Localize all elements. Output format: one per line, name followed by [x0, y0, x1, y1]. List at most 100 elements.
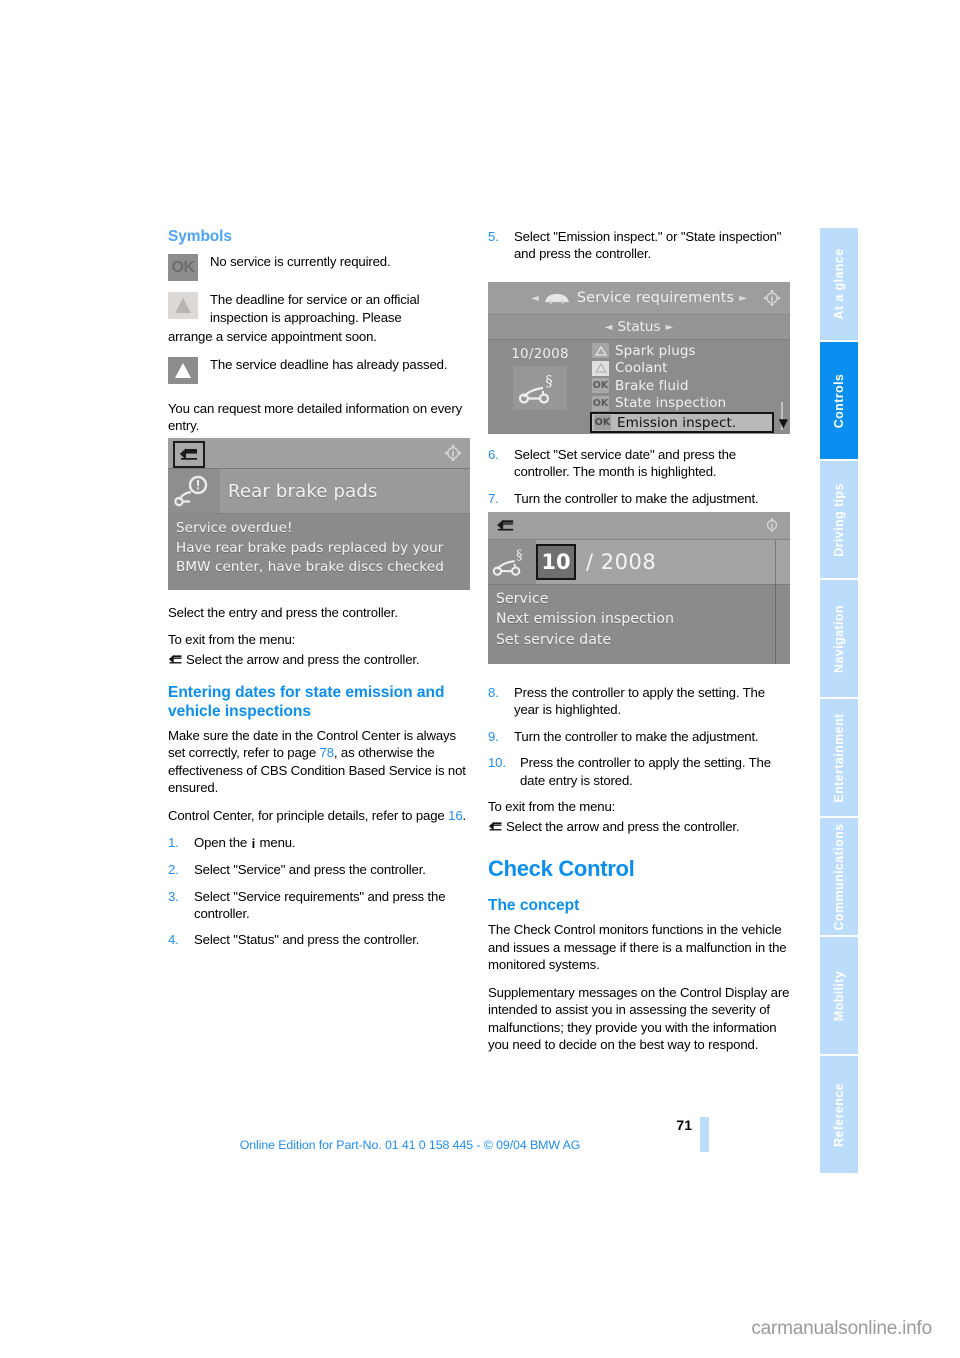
- shot2-list-item-spark-plugs[interactable]: Spark plugs: [592, 342, 774, 360]
- step-4: 4. Select "Status" and press the control…: [168, 931, 470, 948]
- inspection-stamp-icon-2: §: [488, 540, 536, 584]
- step-7-text: Turn the controller to make the adjustme…: [514, 490, 759, 506]
- tab-label-reference: Reference: [832, 1082, 846, 1147]
- symbol-row-passed: The service deadline has already passed.: [168, 356, 470, 386]
- shot2-item-label-1: Coolant: [615, 360, 668, 377]
- shot1-message-line-3: BMW center, have brake discs checked: [176, 559, 444, 576]
- tab-label-communications: Communications: [832, 823, 846, 930]
- display-screenshot-rear-brake-pads: i Rear brake pads Service overdue! Have …: [168, 438, 470, 590]
- step-3: 3. Select "Service requirements" and pre…: [168, 888, 470, 923]
- page-ref-78[interactable]: 78: [320, 745, 335, 760]
- step-4-text: Select "Status" and press the controller…: [194, 932, 420, 948]
- shot2-list-item-state-inspection[interactable]: OK State inspection: [592, 395, 774, 413]
- para2-a: Control Center, for principle details, r…: [168, 807, 449, 823]
- tab-driving-tips[interactable]: Driving tips: [820, 461, 858, 580]
- shot1-message: Service overdue! Have rear brake pads re…: [168, 514, 470, 590]
- manual-page: Symbols OK No service is currently requi…: [0, 0, 960, 1358]
- svg-text:§: §: [516, 548, 522, 563]
- step-4-number: 4.: [168, 932, 179, 948]
- shot2-date: 10/2008: [511, 346, 569, 362]
- entering-dates-heading: Entering dates for state emission and ve…: [168, 684, 445, 720]
- svg-text:§: §: [545, 372, 553, 390]
- warning-triangle-pale-icon-coolant: [592, 360, 609, 376]
- warning-triangle-icon: [168, 356, 198, 384]
- exit-menu-instruction-right: Select the arrow and press the controlle…: [488, 818, 790, 835]
- step-6-number: 6.: [488, 447, 499, 462]
- right-column-steps-67: 6. Select "Set service date" and press t…: [488, 446, 790, 516]
- tab-reference[interactable]: Reference: [820, 1056, 858, 1173]
- steps-list-right-top: 5. Select "Emission inspect." or "State …: [488, 228, 790, 263]
- footer-edition-line: Online Edition for Part-No. 01 41 0 158 …: [239, 1138, 581, 1152]
- shot1-message-line-2: Have rear brake pads replaced by your: [176, 539, 444, 556]
- shot2-item-list: Spark plugs Coolant OK Brake fluid OK St…: [590, 340, 790, 434]
- chevron-down-icon[interactable]: ▼: [779, 416, 788, 430]
- step-2: 2. Select "Service" and press the contro…: [168, 861, 470, 878]
- svg-text:i: i: [452, 449, 455, 458]
- right-column-top: 5. Select "Emission inspect." or "State …: [488, 228, 790, 272]
- page-number: 71: [676, 1117, 692, 1133]
- shot2-subheader-title: Status: [617, 319, 661, 335]
- shot3-date-row: § 10 / 2008: [488, 540, 790, 585]
- step-1-text-after: menu.: [256, 834, 296, 850]
- tab-entertainment[interactable]: Entertainment: [820, 699, 858, 818]
- step-10-number: 10.: [488, 755, 506, 771]
- tab-navigation[interactable]: Navigation: [820, 580, 858, 699]
- steps-list-right-lower: 8. Press the controller to apply the set…: [488, 684, 790, 789]
- exit-menu-instruction-right-text: Select the arrow and press the controlle…: [506, 818, 740, 834]
- select-entry-text: Select the entry and press the controlle…: [168, 605, 398, 620]
- control-center-date-paragraph: Make sure the date in the Control Center…: [168, 727, 470, 797]
- shot3-menu-item-1[interactable]: Next emission inspection: [496, 609, 790, 629]
- tab-mobility[interactable]: Mobility: [820, 937, 858, 1056]
- step-3-number: 3.: [168, 888, 179, 904]
- shot3-menu-item-2[interactable]: Set service date: [496, 630, 790, 650]
- step-7: 7. Turn the controller to make the adjus…: [488, 490, 790, 507]
- shot2-list-item-emission-inspect-selected[interactable]: OK Emission inspect.: [590, 412, 774, 433]
- step-2-text: Select "Service" and press the controlle…: [194, 862, 426, 878]
- triangle-glyph: [174, 362, 192, 378]
- exit-menu-label-right: To exit from the menu:: [488, 799, 616, 815]
- shot2-list-item-brake-fluid[interactable]: OK Brake fluid: [592, 377, 774, 395]
- symbol-ok-text: No service is currently required.: [210, 254, 391, 270]
- display-screenshot-service-requirements: ◄ Service requirements ► i ◄ Status ► 10…: [488, 282, 790, 434]
- step-7-number: 7.: [488, 490, 499, 506]
- shot3-menu-item-0[interactable]: Service: [496, 589, 790, 609]
- shot3-month-field-highlighted[interactable]: 10: [536, 544, 576, 580]
- triangle-glyph-pale: [174, 298, 192, 314]
- shot3-scroll-line: [775, 540, 776, 664]
- tab-label-controls: Controls: [832, 373, 846, 428]
- step-10-text: Press the controller to apply the settin…: [520, 755, 771, 788]
- shot2-right-arrow-icon: ►: [739, 292, 747, 304]
- tab-communications[interactable]: Communications: [820, 818, 858, 937]
- shot3-menu: Service Next emission inspection Set ser…: [488, 585, 790, 664]
- tab-controls[interactable]: Controls: [820, 342, 858, 461]
- tab-label-driving-tips: Driving tips: [832, 482, 846, 557]
- step-8: 8. Press the controller to apply the set…: [488, 684, 790, 719]
- exit-menu-instruction-left-text: Select the arrow and press the controlle…: [186, 651, 420, 667]
- chapter-tabs: At a glance Controls Driving tips Naviga…: [820, 228, 858, 1173]
- step-6: 6. Select "Set service date" and press t…: [488, 446, 790, 481]
- exit-menu-label-left: To exit from the menu:: [168, 632, 296, 648]
- tab-at-a-glance[interactable]: At a glance: [820, 228, 858, 342]
- tab-label-entertainment: Entertainment: [832, 712, 846, 803]
- ok-badge-icon-state-inspection: OK: [592, 395, 609, 411]
- shot2-item-label-2: Brake fluid: [615, 377, 689, 394]
- car-icon: [544, 289, 570, 308]
- control-center-principle-paragraph: Control Center, for principle details, r…: [168, 807, 470, 824]
- symbol-row-approaching: The deadline for service or an official …: [168, 291, 470, 326]
- tab-label-navigation: Navigation: [832, 604, 846, 673]
- shot2-subheader: ◄ Status ►: [488, 315, 790, 340]
- shot2-item-label-4: Emission inspect.: [617, 414, 737, 431]
- step-8-text: Press the controller to apply the settin…: [514, 685, 765, 718]
- ok-badge-icon-emission-inspect: OK: [594, 415, 611, 430]
- step-1-number: 1.: [168, 834, 179, 850]
- check-control-heading: Check Control: [488, 855, 635, 881]
- shot3-year-field[interactable]: / 2008: [576, 550, 656, 574]
- step-2-number: 2.: [168, 862, 179, 878]
- svg-text:i: i: [771, 294, 774, 303]
- step-6-text: Select "Set service date" and press the …: [514, 447, 736, 480]
- brake-pad-icon: [168, 469, 220, 513]
- page-ref-16[interactable]: 16: [448, 808, 463, 823]
- symbols-heading: Symbols: [168, 228, 232, 245]
- shot2-list-item-coolant[interactable]: Coolant: [592, 360, 774, 378]
- shot1-topbar: [168, 438, 470, 469]
